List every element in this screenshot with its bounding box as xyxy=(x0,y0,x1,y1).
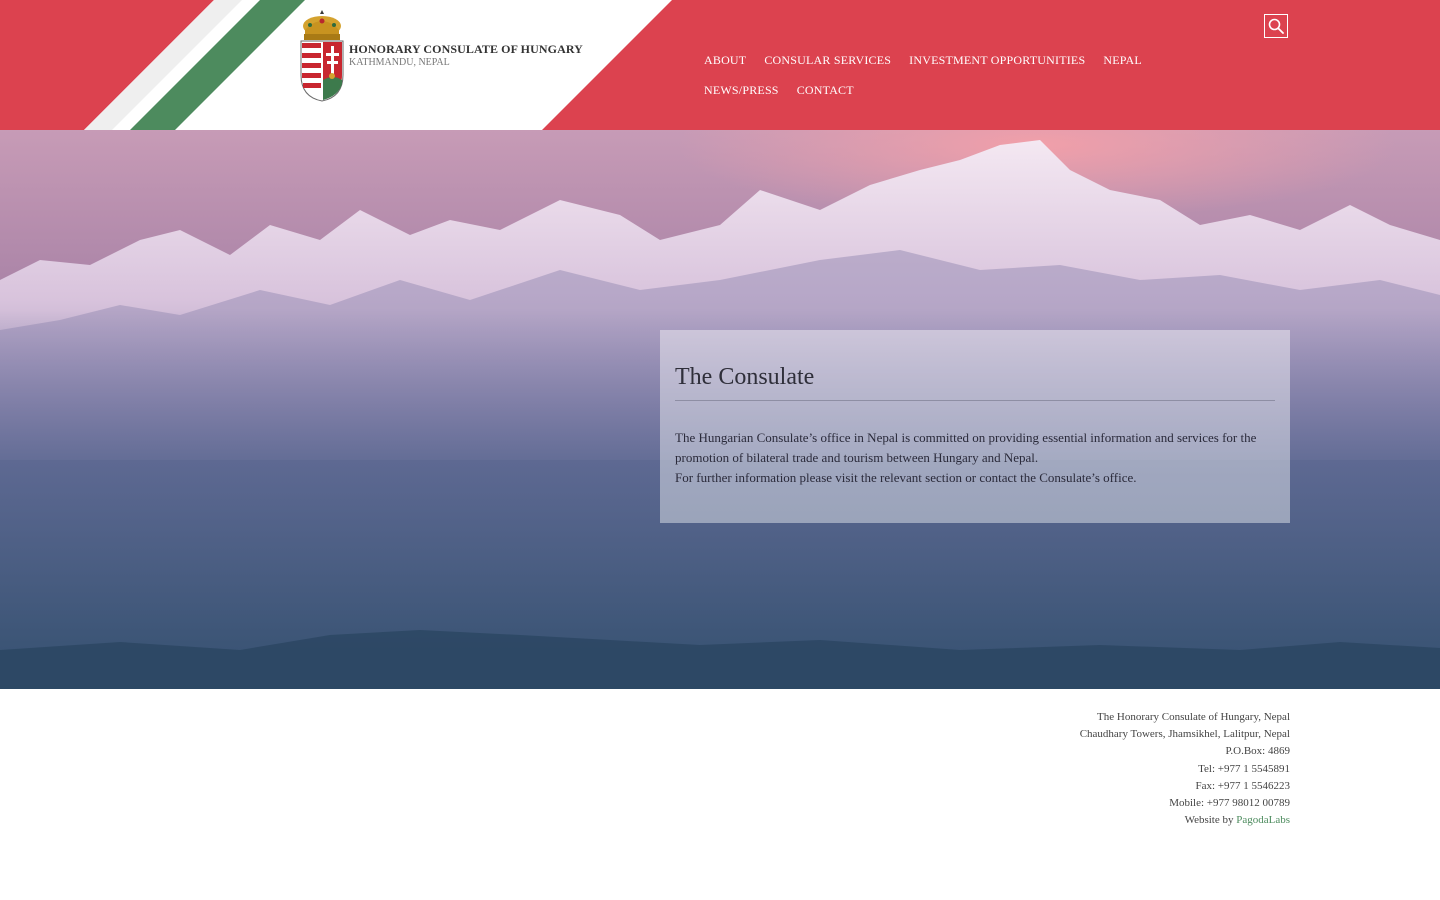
footer-org-name: The Honorary Consulate of Hungary, Nepal xyxy=(1097,711,1290,723)
coat-of-arms-icon xyxy=(300,10,344,102)
nav-item-news-press[interactable]: NEWS/PRESS xyxy=(704,75,779,105)
footer-address: Chaudhary Towers, Jhamsikhel, Lalitpur, … xyxy=(1079,728,1290,741)
footer-fax: Fax: +977 1 5546223 xyxy=(1195,779,1290,792)
site-subtitle: KATHMANDU, NEPAL xyxy=(349,56,450,68)
contact-info: The Honorary Consulate of Hungary, Nepal… xyxy=(1080,709,1290,829)
footer-mobile: Mobile: +977 98012 00789 xyxy=(1169,797,1290,810)
nav-item-about[interactable]: ABOUT xyxy=(704,45,746,75)
site-logo-link[interactable]: HONORARY CONSULATE OF HUNGARY KATHMANDU,… xyxy=(298,8,583,102)
footer-tel: Tel: +977 1 5545891 xyxy=(1198,762,1290,775)
nav-item-investment-opportunities[interactable]: INVESTMENT OPPORTUNITIES xyxy=(909,45,1085,75)
search-button[interactable] xyxy=(1264,14,1288,38)
brand-block: HONORARY CONSULATE OF HUNGARY KATHMANDU,… xyxy=(349,42,583,69)
nav-item-nepal[interactable]: NEPAL xyxy=(1103,45,1142,75)
site-header: HONORARY CONSULATE OF HUNGARY KATHMANDU,… xyxy=(0,0,1440,130)
site-footer: The Honorary Consulate of Hungary, Nepal… xyxy=(0,689,1440,900)
hero-paragraph-1: The Hungarian Consulate’s office in Nepa… xyxy=(675,430,1257,465)
footer-pobox: P.O.Box: 4869 xyxy=(1225,745,1291,758)
footer-credit-prefix: Website by xyxy=(1184,814,1237,827)
nav-item-contact[interactable]: CONTACT xyxy=(797,75,854,105)
nav-item-consular-services[interactable]: CONSULAR SERVICES xyxy=(764,45,891,75)
pagodalabs-link[interactable]: PagodaLabs xyxy=(1236,814,1290,826)
hero-heading: The Consulate xyxy=(675,362,1275,401)
site-title: HONORARY CONSULATE OF HUNGARY xyxy=(349,41,583,56)
footer-credit: Website by PagodaLabs xyxy=(1080,812,1290,829)
hero-section: The Consulate The Hungarian Consulate’s … xyxy=(0,130,1440,689)
search-icon xyxy=(1268,18,1284,34)
hero-paragraph-2: For further information please visit the… xyxy=(675,470,1137,485)
consulate-info-card: The Consulate The Hungarian Consulate’s … xyxy=(660,330,1290,523)
main-navigation: ABOUT CONSULAR SERVICES INVESTMENT OPPOR… xyxy=(704,45,1244,105)
